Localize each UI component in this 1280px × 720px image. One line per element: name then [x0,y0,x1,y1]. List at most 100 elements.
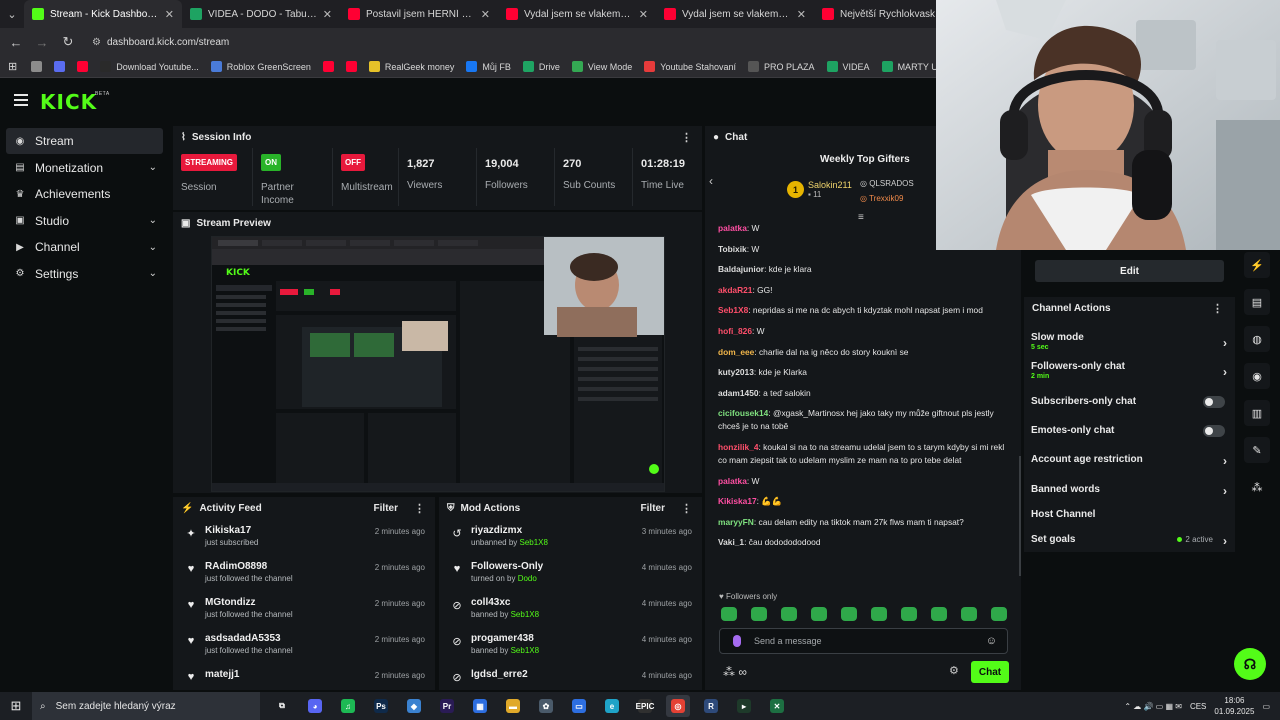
wrench-icon[interactable]: ✎ [1244,437,1270,463]
bookmark[interactable]: RealGeek money [368,61,454,72]
activity-filter-button[interactable]: Filter [374,503,398,514]
forward-icon[interactable]: → [34,35,50,50]
stream-preview-video[interactable]: KICK [211,236,665,492]
chrome-icon[interactable]: ◎ [666,695,690,717]
chat-scrollbar[interactable] [1019,456,1021,576]
chat-username[interactable]: Kikiska17 [718,496,757,506]
chat-username[interactable]: palatka [718,223,747,233]
emote-icon[interactable] [931,607,947,621]
chat-username[interactable]: palatka [718,476,747,486]
gifter-2[interactable]: ◎ QLSRADOS [860,176,914,191]
send-chat-button[interactable]: Chat [971,661,1009,683]
bookmark[interactable]: Roblox GreenScreen [210,61,311,72]
bookmark[interactable]: VIDEA [826,61,870,72]
emoji-icon[interactable]: ☺ [986,635,997,647]
taskbar-search[interactable]: ⌕ Sem zadejte hledaný výraz [32,692,260,720]
windows-start-icon[interactable]: ⊞ [0,692,32,720]
activity-item[interactable]: ♥ RAdimO8898 just followed the channel 2 mi… [173,555,435,591]
chat-username[interactable]: Seb1X8 [718,305,748,315]
subscribers-only-toggle[interactable] [1203,396,1225,408]
mod-action-item[interactable]: ♥ Followers-Only turned on by Dodo 4 minute… [439,555,702,591]
explorer-icon[interactable]: ▬ [501,695,525,717]
host-channel-item[interactable]: Host Channel [1031,509,1227,520]
window-icon[interactable]: ▭ [567,695,591,717]
back-icon[interactable]: ← [8,35,24,50]
emote-icon[interactable] [781,607,797,621]
bookmark[interactable]: MARTY UKOLY [881,61,936,72]
infinity-icon[interactable]: ⁂ ∞ [723,665,747,679]
emotes-only-toggle[interactable] [1203,425,1225,437]
chat-input[interactable]: Send a message ☺ [719,628,1008,654]
document-icon[interactable]: ▤ [1244,289,1270,315]
mod-actor[interactable]: Seb1X8 [511,610,539,619]
banned-words-item[interactable]: Banned words › [1031,484,1227,498]
sidebar-item-settings[interactable]: ⚙ Settings ⌄ [6,261,163,287]
chat-username[interactable]: Tobixik [718,244,747,254]
notification-icon[interactable]: ▭ [1262,702,1270,711]
clock[interactable]: 18:06 01.09.2025 [1214,695,1254,717]
language-indicator[interactable]: CES [1190,702,1206,711]
close-icon[interactable]: ✕ [323,8,332,21]
app3-icon[interactable]: R [699,695,723,717]
emote-icon[interactable] [871,607,887,621]
lightning-icon[interactable]: ⚡ [1244,252,1270,278]
bookmark[interactable] [31,61,43,72]
activity-item[interactable]: ✦ Kikiska17 just subscribed 2 minutes ago [173,519,435,555]
bookmark[interactable]: Youtube Stahovaní [644,61,736,72]
app4-icon[interactable]: ▸ [732,695,756,717]
spotify-icon[interactable]: ♫ [336,695,360,717]
browser-tab[interactable]: Vydal jsem se vlakem na Ukraji ✕ [498,0,656,28]
app2-icon[interactable]: ✿ [534,695,558,717]
discord-icon[interactable]: ◕ [303,695,327,717]
support-icon[interactable]: ☊ [1234,648,1266,680]
account-age-item[interactable]: Account age restriction › [1031,454,1227,468]
chat-username[interactable]: hofi_826 [718,326,752,336]
mod-action-item[interactable]: ⊘ progamer438 banned by Seb1X8 4 minutes ag… [439,627,702,663]
premiere-icon[interactable]: Pr [435,695,459,717]
chat-username[interactable]: honzilik_4 [718,442,759,452]
tab-search-icon[interactable]: ⌄ [0,0,24,28]
chevron-left-icon[interactable]: ‹ [709,174,713,188]
bookmark[interactable] [77,61,89,72]
sidebar-item-stream[interactable]: ◉ Stream [6,128,163,154]
browser-tab[interactable]: VIDEA - DODO - Tabulky Googl ✕ [182,0,340,28]
top-gifter-1[interactable]: 1 Salokin211 ▪ 11 [787,180,852,199]
close-icon[interactable]: ✕ [639,8,648,21]
chat-icon[interactable]: ◍ [1244,326,1270,352]
mod-action-item[interactable]: ↺ riyazdizmx unbanned by Seb1X8 3 minutes a… [439,519,702,555]
emote-icon[interactable] [751,607,767,621]
photoshop-icon[interactable]: Ps [369,695,393,717]
store-icon[interactable]: ▦ [468,695,492,717]
browser-tab[interactable]: Postavil jsem HERNÍ STUDIO ve ✕ [340,0,498,28]
emote-icon[interactable] [811,607,827,621]
slow-mode-item[interactable]: Slow mode 5 sec › [1031,332,1227,351]
chat-username[interactable]: cicifousek14 [718,408,768,418]
more-options-icon[interactable]: ⋮ [414,502,425,515]
storage-icon[interactable]: ▥ [1244,400,1270,426]
browser-tab[interactable]: Stream - Kick Dashboard ✕ [24,0,182,28]
edit-button[interactable]: Edit [1035,260,1224,282]
tray-icons[interactable]: ⌃ ☁ 🔊 ▭ ▦ ✉ [1124,702,1182,711]
chat-username[interactable]: Baldajunior [718,264,764,274]
mod-actor[interactable]: Dodo [518,574,537,583]
epic-icon[interactable]: EPIC [633,695,657,717]
bookmark[interactable]: Drive [522,61,560,72]
bookmark[interactable]: View Mode [571,61,632,72]
excel-icon[interactable]: ✕ [765,695,789,717]
close-icon[interactable]: ✕ [481,8,490,21]
kick-logo[interactable]: KICK [40,90,97,114]
edge-icon[interactable]: e [600,695,624,717]
chat-username[interactable]: kuty2013 [718,367,754,377]
bookmark[interactable] [54,61,66,72]
reload-icon[interactable]: ↻ [60,34,76,50]
mic-icon[interactable] [733,635,741,647]
more-options-icon[interactable]: ⋮ [681,502,692,515]
mod-action-item[interactable]: ⊘ coll43xc banned by Seb1X8 4 minutes ago [439,591,702,627]
emote-icon[interactable] [991,607,1007,621]
menu-icon[interactable] [14,94,28,106]
activity-item[interactable]: ♥ asdsadadA5353 just followed the channel 2… [173,627,435,663]
emote-icon[interactable] [841,607,857,621]
chat-settings-icon[interactable]: ⚙ [949,664,959,677]
close-icon[interactable]: ✕ [797,8,806,21]
bookmark[interactable] [322,61,334,72]
